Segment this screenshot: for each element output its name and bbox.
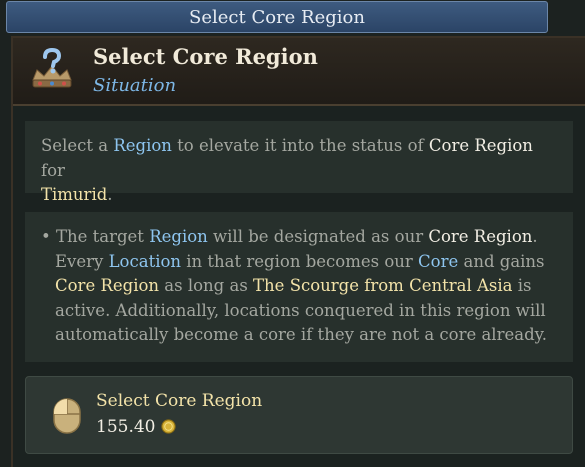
detail-text: in that region becomes our bbox=[181, 251, 419, 271]
core-link[interactable]: Core bbox=[418, 252, 458, 271]
select-core-region-action[interactable]: Select Core Region 155.40 bbox=[25, 376, 573, 454]
detail-line: automatically become a core if they are … bbox=[55, 325, 548, 344]
detail-text: The target bbox=[50, 227, 150, 246]
gold-coin-icon bbox=[161, 419, 177, 434]
core-region-term: Core Region bbox=[428, 227, 533, 246]
intro-text: to elevate it into the status of bbox=[171, 136, 429, 155]
location-link[interactable]: Location bbox=[109, 252, 181, 271]
left-click-icon bbox=[53, 398, 81, 434]
details-box: • The target Region will be designated a… bbox=[25, 212, 573, 362]
intro-text: for bbox=[41, 160, 65, 180]
core-region-term: Core Region bbox=[428, 136, 533, 155]
detail-text: and gains bbox=[458, 251, 545, 271]
detail-text: is bbox=[512, 276, 532, 295]
cost-value: 155.40 bbox=[96, 417, 156, 437]
detail-text: as long as bbox=[159, 276, 254, 295]
intro-text: Select a bbox=[41, 136, 114, 155]
action-label: Select Core Region bbox=[96, 391, 263, 411]
detail-text: will be designated as our bbox=[207, 227, 429, 246]
detail-text: . bbox=[532, 227, 538, 246]
tooltip-header: Select Core Region Situation bbox=[13, 38, 585, 106]
detail-line: active. Additionally, locations conquere… bbox=[55, 300, 546, 320]
intro-text: . bbox=[107, 185, 113, 204]
tooltip-title: Select Core Region bbox=[93, 44, 318, 69]
detail-text: Every bbox=[55, 251, 109, 271]
detail-line: Every Location in that region becomes ou… bbox=[41, 250, 557, 275]
tooltip-panel: Select Core Region Situation Select a Re… bbox=[11, 36, 585, 467]
situation-name: The Scourge from Central Asia bbox=[253, 276, 513, 295]
top-title-bar[interactable]: Select Core Region bbox=[6, 1, 548, 33]
crown-question-icon bbox=[32, 47, 72, 88]
country-name: Timurid bbox=[41, 185, 108, 204]
detail-line: Core Region as long as The Scourge from … bbox=[41, 274, 557, 299]
detail-line: • The target Region will be designated a… bbox=[41, 225, 557, 250]
region-link[interactable]: Region bbox=[149, 227, 208, 246]
intro-box: Select a Region to elevate it into the s… bbox=[25, 121, 573, 204]
region-link[interactable]: Region bbox=[113, 136, 172, 155]
core-region-modifier: Core Region bbox=[55, 276, 160, 295]
action-cost: 155.40 bbox=[96, 417, 177, 437]
tooltip-subtitle: Situation bbox=[93, 75, 177, 96]
bullet: • bbox=[41, 227, 51, 246]
top-title-label: Select Core Region bbox=[189, 6, 365, 28]
